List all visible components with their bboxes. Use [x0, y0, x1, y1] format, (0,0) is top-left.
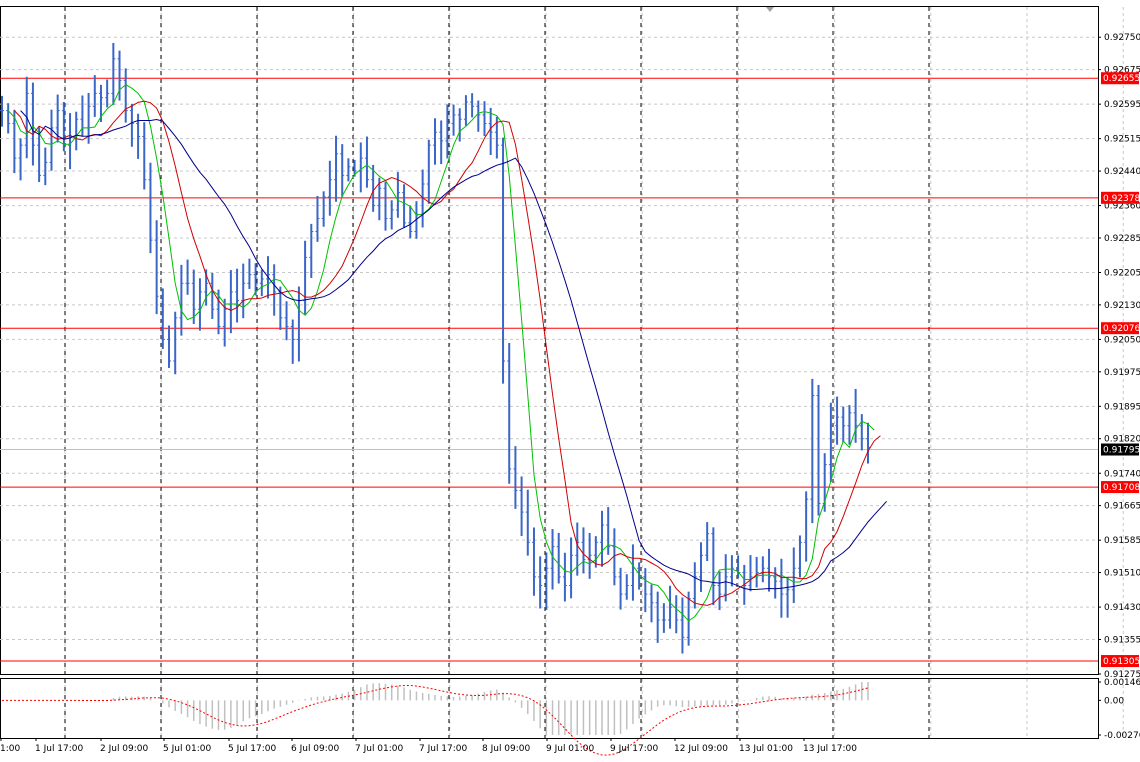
current-price-tag-label: 0.91795 [1103, 446, 1140, 456]
time-tick-label: 5 Jul 17:00 [228, 744, 277, 754]
price-tick-label: 0.92515 [1104, 135, 1140, 145]
time-tick-label: 12 Jul 09:00 [674, 744, 728, 754]
time-tick-label: 13 Jul 01:00 [739, 744, 793, 754]
price-tick-label: 0.92285 [1104, 234, 1140, 244]
time-tick-label: 8 Jul 09:00 [482, 744, 531, 754]
price-tick-label: 0.91510 [1104, 569, 1140, 579]
price-tick-label: 0.92205 [1104, 269, 1140, 279]
price-level-tag-label: 0.92076 [1103, 324, 1140, 334]
time-tick-label: 1:00 [0, 744, 20, 754]
price-level-tag-label: 0.92378 [1103, 194, 1140, 204]
price-level-tag-label: 0.92655 [1103, 74, 1140, 84]
price-tick-label: 0.92440 [1104, 167, 1140, 177]
time-tick-label: 13 Jul 17:00 [803, 744, 857, 754]
price-tick-label: 0.91665 [1104, 502, 1140, 512]
oscillator-tick-label: 0.0014631 [1104, 678, 1140, 688]
time-tick-label: 1 Jul 17:00 [35, 744, 84, 754]
price-level-tag-label: 0.91305 [1103, 657, 1140, 667]
price-tick-label: 0.91430 [1104, 603, 1140, 613]
time-tick-label: 2 Jul 09:00 [100, 744, 149, 754]
price-tick-label: 0.92050 [1104, 335, 1140, 345]
time-tick-label: 9 Jul 01:00 [546, 744, 595, 754]
price-level-tag-label: 0.91708 [1103, 483, 1140, 493]
oscillator-tick-label: -0.00276 [1104, 731, 1140, 741]
price-tick-label: 0.91740 [1104, 469, 1140, 479]
oscillator-tick-label: 0.00 [1104, 696, 1124, 706]
price-tick-label: 0.91355 [1104, 635, 1140, 645]
price-tick-label: 0.92750 [1104, 33, 1140, 43]
price-tick-label: 0.91585 [1104, 536, 1140, 546]
time-tick-label: 6 Jul 09:00 [291, 744, 340, 754]
price-tick-label: 0.91895 [1104, 402, 1140, 412]
time-tick-label: 7 Jul 17:00 [419, 744, 468, 754]
price-tick-label: 0.92595 [1104, 100, 1140, 110]
chart-background [0, 0, 1140, 758]
price-tick-label: 0.91820 [1104, 435, 1140, 445]
chart-canvas[interactable]: 0.927500.926750.925950.925150.924400.923… [0, 0, 1140, 758]
price-tick-label: 0.91975 [1104, 368, 1140, 378]
time-tick-label: 5 Jul 01:00 [163, 744, 212, 754]
time-tick-label: 7 Jul 01:00 [355, 744, 404, 754]
price-tick-label: 0.92130 [1104, 301, 1140, 311]
chart-window[interactable]: 0.92750 0.92675 0.92595 0.92515 0.92440 0.923… [0, 0, 1140, 758]
time-tick-label: 9 Jul 17:00 [610, 744, 659, 754]
